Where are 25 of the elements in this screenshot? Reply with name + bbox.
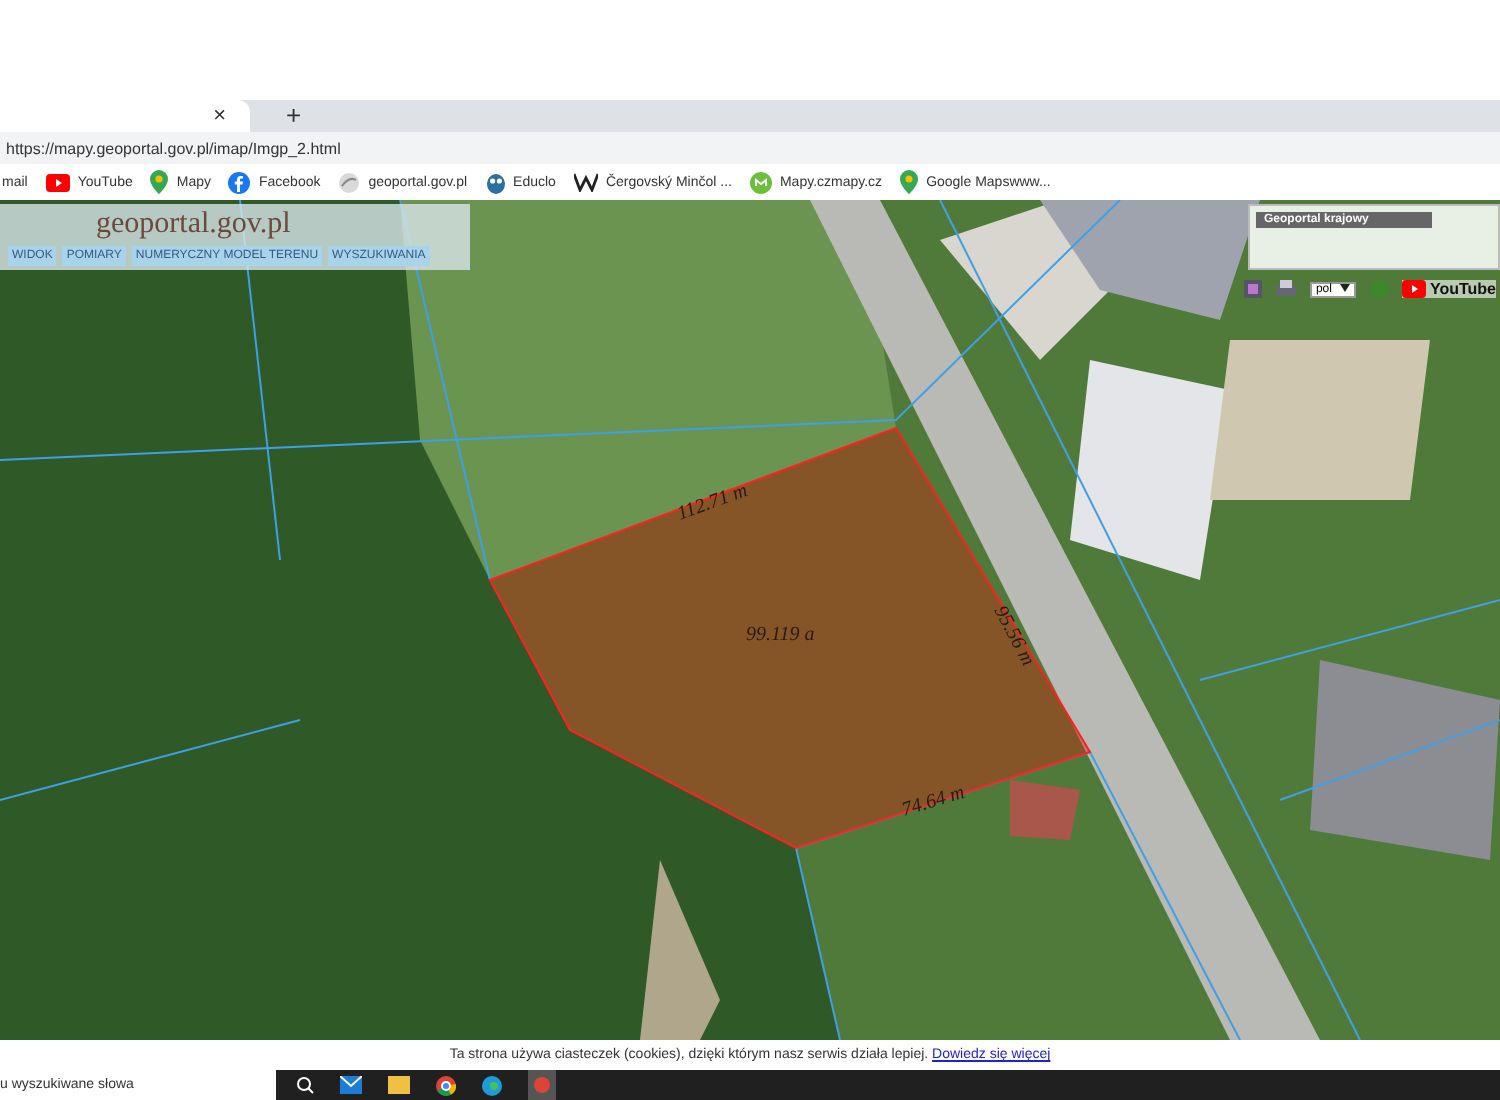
edge-length-label: 74.64 m (899, 781, 968, 822)
caret-icon (1339, 283, 1350, 291)
chrome-icon[interactable] (436, 1075, 456, 1095)
close-tab-button[interactable]: × (213, 105, 226, 127)
owl-icon (485, 170, 506, 194)
mail-icon[interactable] (340, 1076, 362, 1094)
circle-logo-icon (749, 171, 772, 193)
parcel-area-label: 99.119 a (746, 624, 815, 646)
address-bar[interactable]: https://mapy.geoportal.gov.pl/imap/Imgp_2.html (6, 139, 341, 157)
search-icon[interactable] (296, 1076, 314, 1094)
globe-icon (338, 171, 361, 193)
new-tab-button[interactable]: + (286, 102, 302, 128)
parcel-polygon[interactable] (488, 426, 1092, 850)
map-pin-icon (150, 170, 169, 194)
browser-tab[interactable]: × (0, 100, 250, 132)
play-icon (1401, 280, 1426, 298)
geoportal-logo: geoportal.gov.pl (96, 208, 291, 240)
edge-length-label: 112.71 m (674, 480, 751, 526)
facebook-icon (228, 171, 251, 193)
edge-length-label: 95.56 m (988, 602, 1039, 670)
youtube-link[interactable]: YouTube (1401, 280, 1496, 298)
youtube-icon (45, 173, 70, 191)
printer-icon[interactable] (1275, 280, 1296, 298)
map-pin-icon (900, 170, 919, 194)
w-letter-icon (573, 172, 598, 192)
